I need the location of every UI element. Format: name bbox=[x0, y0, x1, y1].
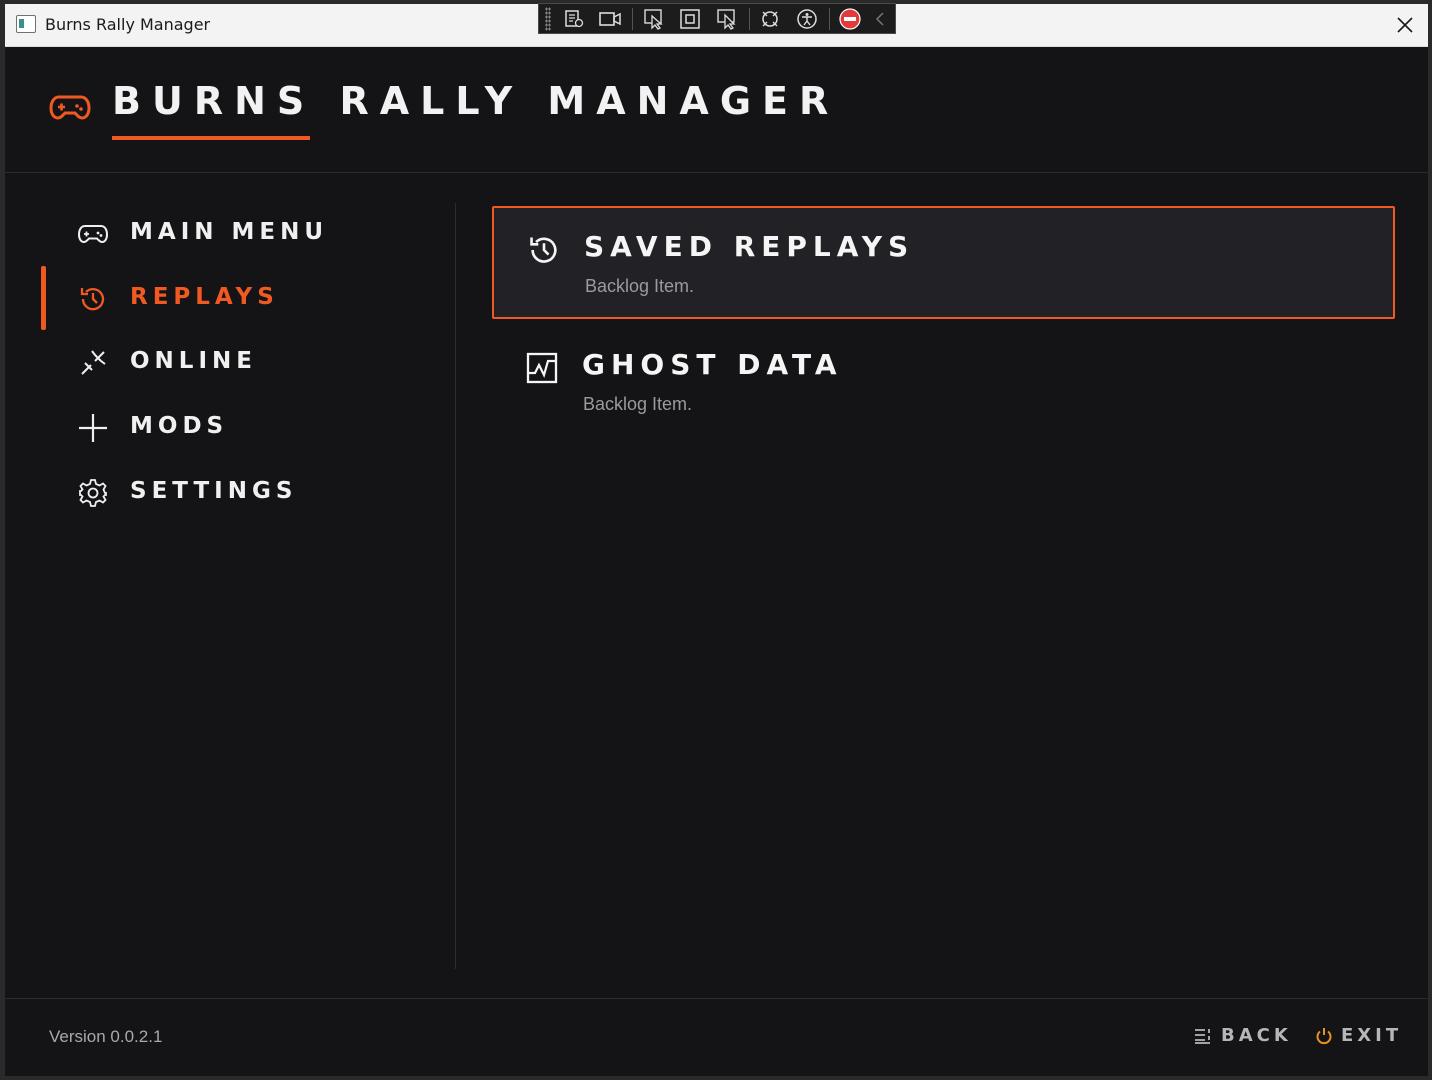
window-close-button[interactable] bbox=[1390, 10, 1420, 40]
exit-button-label: EXIT bbox=[1341, 1025, 1403, 1046]
app-window: BURNS RALLY MANAGER MAIN MENU REPLAYS ON… bbox=[5, 47, 1428, 1076]
track-focus-icon bbox=[717, 8, 736, 30]
back-button-label: BACK bbox=[1221, 1025, 1292, 1046]
sidebar-item-replays[interactable]: REPLAYS bbox=[41, 266, 421, 330]
app-window-icon bbox=[16, 15, 36, 33]
sidebar-item-label: MODS bbox=[130, 413, 229, 439]
connection-icon bbox=[77, 347, 109, 379]
plus-icon bbox=[77, 412, 109, 444]
debug-toolbar bbox=[538, 3, 896, 34]
sidebar-item-label: ONLINE bbox=[130, 348, 257, 374]
app-brand-title: BURNS RALLY MANAGER bbox=[112, 79, 840, 123]
record-button[interactable] bbox=[595, 6, 625, 32]
gamepad-icon bbox=[77, 218, 109, 250]
chart-icon bbox=[524, 350, 560, 386]
track-focus-button[interactable] bbox=[712, 6, 742, 32]
sidebar-item-mods[interactable]: MODS bbox=[41, 403, 421, 453]
accessibility-button[interactable] bbox=[792, 6, 822, 32]
content-item-subtitle: Backlog Item. bbox=[583, 394, 693, 414]
toolbar-grip[interactable] bbox=[545, 6, 551, 31]
close-icon bbox=[1397, 17, 1413, 33]
gamepad-logo-icon bbox=[49, 91, 91, 127]
content-item-ghost-data[interactable]: GHOST DATA Backlog Item. bbox=[492, 326, 1395, 439]
hot-reload-icon bbox=[762, 10, 779, 27]
sidebar-item-settings[interactable]: SETTINGS bbox=[41, 468, 421, 518]
sidebar-item-label: REPLAYS bbox=[130, 284, 279, 310]
history-icon bbox=[77, 283, 109, 315]
sidebar-item-label: SETTINGS bbox=[130, 478, 298, 504]
content-item-title: GHOST DATA bbox=[582, 348, 843, 381]
stop-debug-button[interactable] bbox=[836, 6, 866, 32]
back-keyboard-icon bbox=[1195, 1028, 1210, 1044]
select-pointer-icon bbox=[644, 8, 663, 30]
app-header: BURNS RALLY MANAGER bbox=[5, 47, 1428, 173]
stop-icon bbox=[839, 7, 862, 30]
window-title: Burns Rally Manager bbox=[45, 15, 211, 34]
app-footer: Version 0.0.2.1 BACK EXIT bbox=[5, 998, 1428, 1076]
display-layout-button[interactable] bbox=[676, 6, 706, 32]
hot-reload-button[interactable] bbox=[756, 6, 786, 32]
content-item-title: SAVED REPLAYS bbox=[584, 230, 915, 263]
brand-underline bbox=[112, 136, 310, 140]
version-label: Version 0.0.2.1 bbox=[49, 1027, 163, 1046]
live-tree-button[interactable] bbox=[559, 6, 589, 32]
sidebar-nav: MAIN MENU REPLAYS ONLINE MODS SETTINGS bbox=[5, 173, 457, 969]
sidebar-item-main-menu[interactable]: MAIN MENU bbox=[41, 209, 421, 259]
collapse-toolbar-button[interactable] bbox=[872, 6, 888, 32]
sidebar-item-online[interactable]: ONLINE bbox=[41, 338, 421, 388]
content-item-saved-replays[interactable]: SAVED REPLAYS Backlog Item. bbox=[492, 206, 1395, 319]
camera-icon bbox=[599, 11, 621, 26]
gear-icon bbox=[77, 477, 109, 509]
layout-adorner-icon bbox=[680, 8, 701, 29]
chevron-left-icon bbox=[876, 11, 884, 26]
content-item-subtitle: Backlog Item. bbox=[585, 276, 695, 296]
sidebar-item-label: MAIN MENU bbox=[130, 219, 329, 245]
live-tree-icon bbox=[564, 9, 583, 27]
select-element-button[interactable] bbox=[639, 6, 669, 32]
power-icon bbox=[1316, 1027, 1332, 1044]
back-button[interactable]: BACK bbox=[1193, 1025, 1292, 1046]
exit-button[interactable]: EXIT bbox=[1315, 1025, 1402, 1046]
history-icon bbox=[526, 232, 562, 268]
accessibility-icon bbox=[797, 8, 817, 29]
active-indicator bbox=[41, 266, 46, 330]
sidebar-divider bbox=[455, 203, 456, 969]
